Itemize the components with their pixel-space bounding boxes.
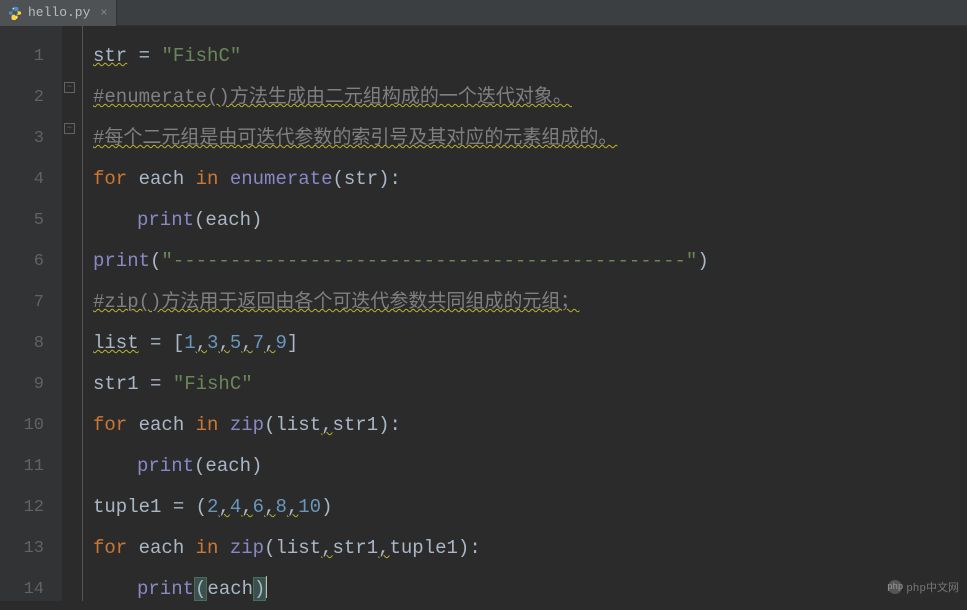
line-number: 2 [0,77,44,118]
line-number: 10 [0,405,44,446]
fold-marker-icon[interactable] [64,123,75,134]
code-line[interactable]: tuple1 = (2,4,6,8,10) [93,487,967,528]
code-line[interactable]: #每个二元组是由可迭代参数的索引号及其对应的元素组成的。 [93,118,967,159]
code-line[interactable]: str1 = "FishC" [93,364,967,405]
line-number: 1 [0,36,44,77]
close-icon[interactable]: × [100,6,107,20]
php-icon: php [888,580,902,594]
line-number: 6 [0,241,44,282]
code-area[interactable]: str = "FishC" #enumerate()方法生成由二元组构成的一个迭… [82,26,967,601]
code-line[interactable]: for each in enumerate(str): [93,159,967,200]
line-number: 14 [0,569,44,610]
line-number: 3 [0,118,44,159]
code-line[interactable]: print(each) [93,569,967,610]
python-icon [8,6,22,20]
line-number: 12 [0,487,44,528]
code-line[interactable]: #enumerate()方法生成由二元组构成的一个迭代对象。 [93,77,967,118]
code-line[interactable]: print(each) [93,446,967,487]
editor[interactable]: 1 2 3 4 5 6 7 8 9 10 11 12 13 14 str = "… [0,26,967,601]
line-number: 9 [0,364,44,405]
line-number: 11 [0,446,44,487]
code-line[interactable]: #zip()方法用于返回由各个可迭代参数共同组成的元组； [93,282,967,323]
gutter: 1 2 3 4 5 6 7 8 9 10 11 12 13 14 [0,26,62,601]
line-number: 5 [0,200,44,241]
code-line[interactable]: print(each) [93,200,967,241]
line-number: 7 [0,282,44,323]
code-line[interactable]: list = [1,3,5,7,9] [93,323,967,364]
watermark: php php中文网 [888,579,959,595]
code-line[interactable]: str = "FishC" [93,36,967,77]
fold-marker-icon[interactable] [64,82,75,93]
line-number: 8 [0,323,44,364]
file-tab[interactable]: hello.py × [0,0,117,26]
line-number: 13 [0,528,44,569]
tab-bar: hello.py × [0,0,967,26]
text-caret [266,576,267,598]
code-line[interactable]: print("---------------------------------… [93,241,967,282]
code-line[interactable]: for each in zip(list,str1): [93,405,967,446]
fold-column [62,26,82,601]
tab-filename: hello.py [28,5,90,20]
watermark-text: php中文网 [906,579,959,595]
line-number: 4 [0,159,44,200]
code-line[interactable]: for each in zip(list,str1,tuple1): [93,528,967,569]
